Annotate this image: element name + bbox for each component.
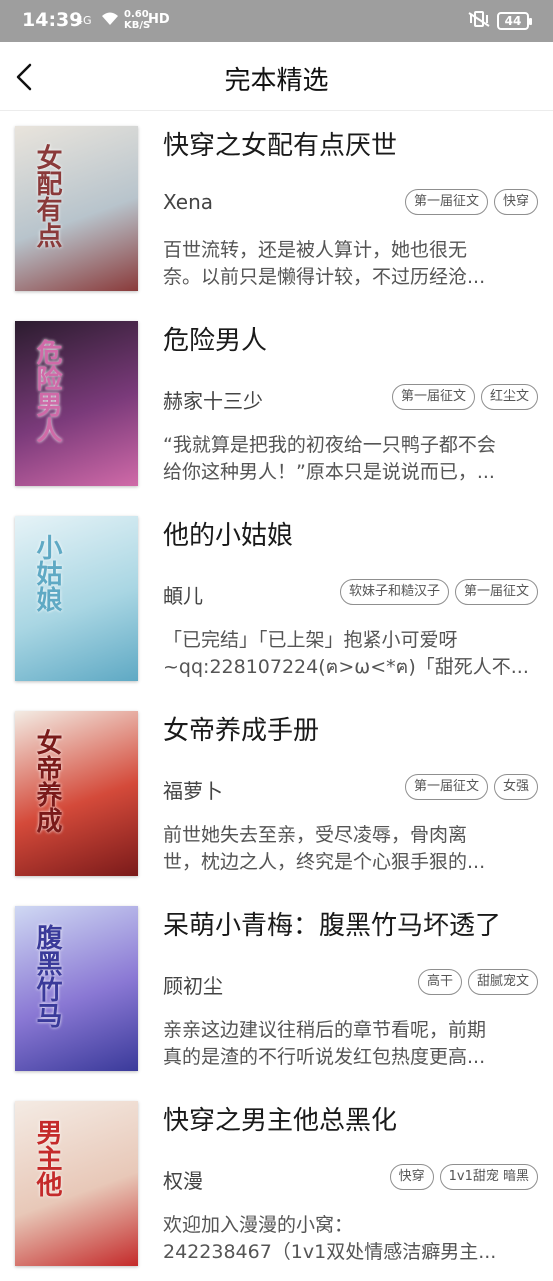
book-author: Xena	[163, 190, 214, 214]
network-speed: 0.60 KB/S	[124, 9, 150, 31]
book-cover-image[interactable]: 小姑娘	[15, 516, 138, 681]
book-author: 权漫	[163, 1169, 203, 1193]
wifi-icon	[100, 11, 120, 31]
book-cover-image[interactable]: 男主他	[15, 1101, 138, 1266]
description-line: 欢迎加入漫漫的小窝：	[163, 1214, 354, 1236]
cover-title-text: 女配有点	[32, 144, 62, 248]
description-line: 世，枕边之人，终究是个心狠手狠的...	[163, 851, 486, 873]
book-tags: 第一届征文 女强	[404, 774, 538, 800]
back-button[interactable]	[8, 54, 52, 98]
tag-badge[interactable]: 女强	[493, 774, 538, 800]
book-title[interactable]: 快穿之男主他总黑化	[163, 1100, 397, 1137]
tag-badge[interactable]: 快穿	[493, 189, 538, 215]
tag-badge[interactable]: 高干	[417, 969, 462, 995]
book-title[interactable]: 危险男人	[163, 320, 267, 357]
description-line: 前世她失去至亲，受尽凌辱，骨肉离	[163, 824, 468, 846]
tag-badge[interactable]: 甜腻宠文	[467, 969, 538, 995]
cover-title-text: 女帝养成	[32, 729, 62, 833]
book-author: 赫家十三少	[163, 389, 263, 413]
description-line: 真的是渣的不行听说发红包热度更高...	[163, 1046, 486, 1068]
description-line: 「已完结」「已上架」抱紧小可爱呀	[163, 629, 458, 651]
book-title[interactable]: 呆萌小青梅：腹黑竹马坏透了	[163, 905, 501, 942]
book-cover-image[interactable]: 女帝养成	[15, 711, 138, 876]
book-tags: 第一届征文 快穿	[404, 189, 538, 215]
book-list: 女配有点 快穿之女配有点厌世 Xena 第一届征文 快穿 百世流转，还是被人算计，她也很无…	[0, 111, 553, 1281]
cover-title-text: 小姑娘	[32, 534, 62, 612]
tag-badge[interactable]: 红尘文	[480, 384, 538, 410]
tag-badge[interactable]: 第一届征文	[391, 384, 475, 410]
tag-badge[interactable]: 第一届征文	[404, 189, 488, 215]
book-cover-image[interactable]: 女配有点	[15, 126, 138, 291]
book-author: 福萝卜	[163, 779, 223, 803]
header-bar: 完本精选	[0, 42, 553, 111]
cover-title-text: 腹黑竹马	[32, 924, 62, 1028]
book-description: 亲亲这边建议往稍后的章节看呢，前期 真的是渣的不行听说发红包热度更高...	[163, 1017, 538, 1071]
book-item[interactable]: 女帝养成 女帝养成手册福萝卜 第一届征文 女强前世她失去至亲，受尽凌辱，骨肉离 世，枕边…	[0, 696, 553, 891]
tag-badge[interactable]: 第一届征文	[404, 774, 488, 800]
tag-badge[interactable]: 快穿	[389, 1164, 434, 1190]
book-description: 「已完结」「已上架」抱紧小可爱呀 ~qq:228107224(ฅ>ω<*ฅ)「甜死…	[163, 627, 538, 681]
signal-icon: 4G	[76, 14, 92, 27]
description-line: 奈。以前只是懒得计较，不过历经沧...	[163, 266, 486, 288]
book-author: 顾初尘	[163, 974, 223, 998]
status-bar: 14:39 4G 0.60 KB/S HD 44	[0, 0, 553, 42]
description-line: ~qq:228107224(ฅ>ω<*ฅ)「甜死人不...	[163, 656, 529, 678]
book-description: 前世她失去至亲，受尽凌辱，骨肉离 世，枕边之人，终究是个心狠手狠的...	[163, 822, 538, 876]
cover-title-text: 男主他	[32, 1119, 62, 1197]
tag-badge[interactable]: 软妹子和糙汉子	[339, 579, 449, 605]
description-line: 百世流转，还是被人算计，她也很无	[163, 239, 468, 261]
page-title: 完本精选	[224, 66, 329, 96]
book-tags: 快穿 1v1甜宠 暗黑	[389, 1164, 538, 1190]
book-title[interactable]: 他的小姑娘	[163, 515, 293, 552]
book-item[interactable]: 女配有点 快穿之女配有点厌世 Xena 第一届征文 快穿百世流转，还是被人算计，她也很无…	[0, 111, 553, 306]
battery-icon: 44	[497, 12, 532, 30]
description-line: 亲亲这边建议往稍后的章节看呢，前期	[163, 1019, 487, 1041]
chevron-left-icon	[16, 63, 32, 91]
book-description: 百世流转，还是被人算计，她也很无 奈。以前只是懒得计较，不过历经沧...	[163, 237, 538, 291]
book-item[interactable]: 小姑娘 他的小姑娘頔儿 软妹子和糙汉子 第一届征文「已完结」「已上架」抱紧小可爱呀 ~q…	[0, 501, 553, 696]
book-item[interactable]: 男主他 快穿之男主他总黑化权漫 快穿 1v1甜宠 暗黑欢迎加入漫漫的小窝： 242238…	[0, 1086, 553, 1281]
book-title[interactable]: 女帝养成手册	[163, 710, 319, 747]
book-cover-image[interactable]: 危险男人	[15, 321, 138, 486]
tag-badge[interactable]: 第一届征文	[454, 579, 538, 605]
tag-badge[interactable]: 1v1甜宠 暗黑	[439, 1164, 538, 1190]
book-author: 頔儿	[163, 584, 203, 608]
speed-value: 0.60	[124, 9, 149, 20]
status-time: 14:39	[22, 9, 83, 31]
book-cover-image[interactable]: 腹黑竹马	[15, 906, 138, 1071]
description-line: “我就算是把我的初夜给一只鸭子都不会	[163, 434, 496, 456]
book-tags: 软妹子和糙汉子 第一届征文	[339, 579, 538, 605]
book-description: “我就算是把我的初夜给一只鸭子都不会 给你这种男人！”原本只是说说而已，...	[163, 432, 538, 486]
book-item[interactable]: 危险男人 危险男人 赫家十三少 第一届征文 红尘文 “我就算是把我的初夜给一只鸭子都不会给…	[0, 306, 553, 501]
book-description: 欢迎加入漫漫的小窝： 242238467（1v1双处情感洁癖男主...	[163, 1212, 538, 1266]
book-tags: 第一届征文 红尘文	[391, 384, 538, 410]
vibrate-icon	[468, 10, 490, 32]
description-line: 242238467（1v1双处情感洁癖男主...	[163, 1241, 497, 1263]
hd-icon: HD	[148, 12, 170, 27]
book-title[interactable]: 快穿之女配有点厌世	[163, 125, 397, 162]
book-tags: 高干 甜腻宠文	[417, 969, 538, 995]
cover-title-text: 危险男人	[32, 339, 62, 443]
book-item[interactable]: 腹黑竹马 呆萌小青梅：腹黑竹马坏透了顾初尘 高干 甜腻宠文亲亲这边建议往稍后的章节看呢…	[0, 891, 553, 1086]
speed-unit: KB/S	[124, 20, 151, 31]
description-line: 给你这种男人！”原本只是说说而已，...	[163, 461, 495, 483]
